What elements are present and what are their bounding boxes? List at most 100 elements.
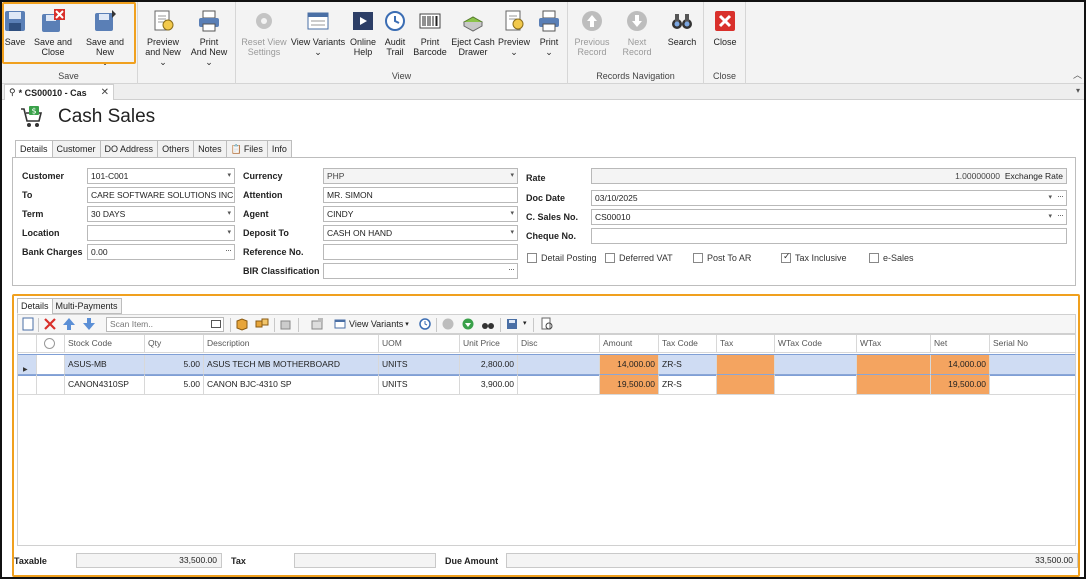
tab-details[interactable]: Details — [15, 140, 52, 158]
term-field[interactable]: 30 DAYS ▾ — [87, 206, 235, 222]
detail-posting-checkbox[interactable]: Detail Posting — [527, 253, 597, 263]
save-button[interactable]: Save — [2, 4, 28, 66]
close-tab-icon[interactable]: ✕ — [101, 87, 109, 98]
disc-cell[interactable] — [518, 355, 600, 375]
net-cell[interactable]: 19,500.00 — [931, 375, 990, 395]
unit-price-cell[interactable]: 2,800.00 — [460, 355, 518, 375]
tax-cell[interactable] — [717, 355, 775, 375]
qty-cell[interactable]: 5.00 — [145, 375, 204, 395]
reference-no-field[interactable] — [323, 244, 518, 260]
chevron-down-icon[interactable]: ▾ — [523, 319, 527, 327]
previous-record-button[interactable]: Previous Record — [572, 4, 612, 66]
stock-code-cell[interactable]: ASUS-MB — [65, 355, 145, 375]
boxes-icon[interactable] — [255, 317, 269, 331]
stock-code-cell[interactable]: CANON4310SP — [65, 375, 145, 395]
print-and-new-button[interactable]: Print And New ⌄ — [186, 4, 232, 67]
disc-cell[interactable] — [518, 375, 600, 395]
document-tab[interactable]: ⚲ * CS00010 - Cas ✕ — [4, 84, 114, 100]
attention-field[interactable]: MR. SIMON — [323, 187, 518, 203]
net-cell[interactable]: 14,000.00 — [931, 355, 990, 375]
save-layout-icon[interactable] — [505, 317, 519, 331]
move-up-icon[interactable] — [62, 317, 76, 331]
close-button[interactable]: Close — [710, 4, 740, 66]
customer-field[interactable]: 101-C001 ▾ — [87, 168, 235, 184]
tax-code-cell[interactable]: ZR-S — [659, 355, 717, 375]
copy-icon[interactable] — [279, 317, 293, 331]
deferred-vat-checkbox[interactable]: Deferred VAT — [605, 253, 673, 263]
serial-no-cell[interactable] — [990, 355, 1075, 375]
view-variants-dropdown[interactable]: View Variants ▾ — [334, 318, 409, 330]
tab-multi-payments[interactable]: Multi-Payments — [51, 298, 122, 314]
preview-icon[interactable] — [540, 317, 554, 331]
column-header[interactable]: Disc — [518, 335, 600, 353]
deposit-to-field[interactable]: CASH ON HAND ▾ — [323, 225, 518, 241]
print-button[interactable]: Print ⌄ — [534, 4, 564, 66]
wtax-code-cell[interactable] — [775, 375, 857, 395]
tax-inclusive-checkbox[interactable]: Tax Inclusive — [781, 251, 847, 263]
tax-cell[interactable] — [717, 375, 775, 395]
tax-code-cell[interactable]: ZR-S — [659, 375, 717, 395]
next-record-button[interactable]: Next Record — [612, 4, 662, 66]
history-icon[interactable] — [418, 317, 432, 331]
collapse-ribbon-icon[interactable]: ︿ — [1073, 68, 1082, 81]
window-icon[interactable] — [310, 317, 324, 331]
table-row[interactable]: CANON4310SP 5.00 CANON BJC-4310 SP UNITS… — [18, 375, 1075, 395]
wtax-code-cell[interactable] — [775, 355, 857, 375]
description-cell[interactable]: ASUS TECH MB MOTHERBOARD — [204, 355, 379, 375]
tab-do-address[interactable]: DO Address — [99, 140, 158, 158]
uom-cell[interactable]: UNITS — [379, 355, 460, 375]
view-variants-button[interactable]: View Variants ⌄ — [290, 4, 346, 66]
column-header[interactable]: WTax — [857, 335, 931, 353]
chevron-down-icon[interactable]: ▾ — [1076, 86, 1080, 95]
bir-classification-field[interactable]: ··· — [323, 263, 518, 279]
new-row-icon[interactable] — [21, 317, 35, 331]
column-header[interactable]: Description — [204, 335, 379, 353]
online-help-button[interactable]: Online Help — [348, 4, 378, 66]
column-header[interactable]: Qty — [145, 335, 204, 353]
qty-cell[interactable]: 5.00 — [145, 355, 204, 375]
wtax-cell[interactable] — [857, 355, 931, 375]
doc-date-field[interactable]: 03/10/2025 ▾ ··· — [591, 190, 1067, 206]
box-icon[interactable] — [235, 317, 249, 331]
tab-others[interactable]: Others — [157, 140, 194, 158]
column-header[interactable]: Unit Price — [460, 335, 518, 353]
delete-icon[interactable] — [43, 317, 57, 331]
audit-trail-button[interactable]: Audit Trail — [380, 4, 410, 66]
select-all-radio[interactable] — [44, 338, 55, 349]
unit-price-cell[interactable]: 3,900.00 — [460, 375, 518, 395]
amount-cell[interactable]: 14,000.00 — [600, 355, 659, 375]
eject-cash-drawer-button[interactable]: Eject Cash Drawer — [450, 4, 496, 66]
scan-item-input[interactable]: Scan Item.. — [106, 317, 224, 332]
c-sales-no-field[interactable]: CS00010 ▾ ··· — [591, 209, 1067, 225]
binoculars-icon[interactable] — [481, 317, 495, 331]
agent-field[interactable]: CINDY ▾ — [323, 206, 518, 222]
e-sales-checkbox[interactable]: e-Sales — [869, 253, 914, 263]
preview-and-new-button[interactable]: Preview and New ⌄ — [142, 4, 184, 67]
save-and-close-button[interactable]: Save and Close — [32, 4, 74, 66]
column-header[interactable]: Serial No — [990, 335, 1075, 353]
tab-customer[interactable]: Customer — [51, 140, 100, 158]
amount-cell[interactable]: 19,500.00 — [600, 375, 659, 395]
tab-notes[interactable]: Notes — [193, 140, 226, 158]
serial-no-cell[interactable] — [990, 375, 1075, 395]
print-barcode-button[interactable]: Print Barcode — [412, 4, 448, 66]
to-field[interactable]: CARE SOFTWARE SOLUTIONS INC. — [87, 187, 235, 203]
description-cell[interactable]: CANON BJC-4310 SP — [204, 375, 379, 395]
tab-line-details[interactable]: Details — [17, 298, 52, 314]
column-header[interactable]: Amount — [600, 335, 659, 353]
tab-files[interactable]: 📋 Files — [225, 140, 267, 158]
uom-cell[interactable]: UNITS — [379, 375, 460, 395]
preview-button[interactable]: Preview ⌄ — [498, 4, 530, 66]
table-row[interactable]: ▶ ASUS-MB 5.00 ASUS TECH MB MOTHERBOARD … — [18, 354, 1075, 376]
column-header[interactable]: Tax Code — [659, 335, 717, 353]
column-header[interactable]: Tax — [717, 335, 775, 353]
arrow-up-circle-icon[interactable] — [441, 317, 455, 331]
location-field[interactable]: ▾ — [87, 225, 235, 241]
cheque-no-field[interactable] — [591, 228, 1067, 244]
column-header[interactable]: Net — [931, 335, 990, 353]
search-button[interactable]: Search — [664, 4, 700, 66]
column-header[interactable]: WTax Code — [775, 335, 857, 353]
arrow-down-circle-icon[interactable] — [461, 317, 475, 331]
move-down-icon[interactable] — [82, 317, 96, 331]
bank-charges-field[interactable]: 0.00 ··· — [87, 244, 235, 260]
